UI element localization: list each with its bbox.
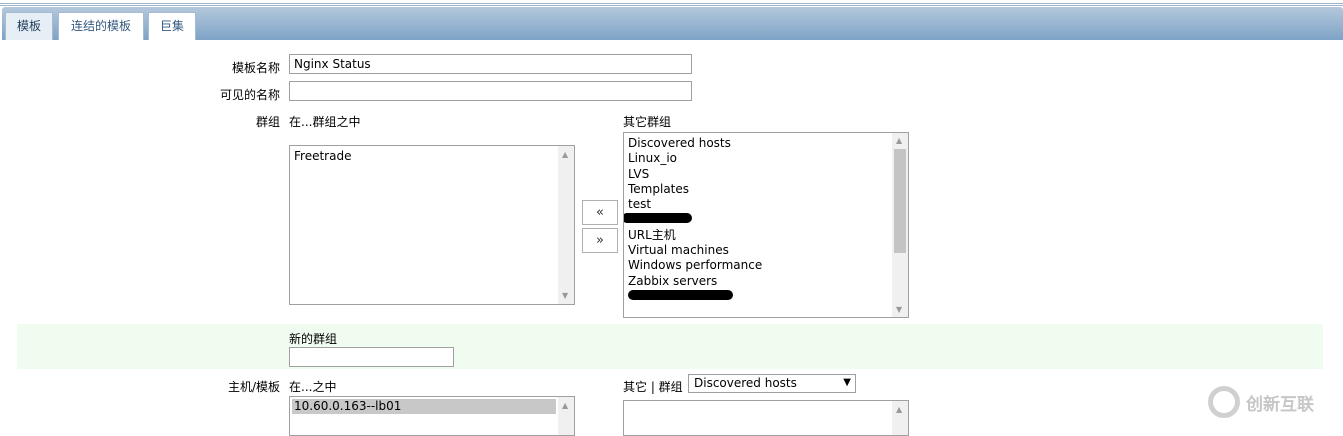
group-select[interactable]: Discovered hosts ▼ bbox=[688, 374, 856, 393]
scrollbar[interactable]: ▲ ▼ bbox=[892, 133, 908, 317]
scrollbar[interactable]: ▲ ▼ bbox=[558, 146, 574, 304]
groups-label: 群组 bbox=[255, 115, 280, 129]
move-right-button[interactable]: » bbox=[582, 228, 618, 253]
list-item[interactable]: Zabbix servers bbox=[624, 274, 908, 289]
hosts-label: 主机/模板 bbox=[227, 380, 280, 394]
tab-linked-templates[interactable]: 连结的模板 bbox=[58, 12, 144, 40]
other-hosts-list[interactable]: ▲ bbox=[623, 400, 909, 436]
template-name-input[interactable]: Nginx Status bbox=[289, 54, 692, 74]
tab-bar: 模板 连结的模板 巨集 bbox=[2, 7, 1343, 40]
other-hosts-label: 其它 | 群组 bbox=[623, 380, 683, 394]
logo-icon bbox=[1208, 386, 1240, 418]
new-group-row bbox=[17, 324, 1323, 369]
other-groups-list[interactable]: Discovered hosts Linux_io LVS Templates … bbox=[623, 132, 909, 318]
tab-template[interactable]: 模板 bbox=[5, 12, 53, 40]
visible-name-label: 可见的名称 bbox=[219, 88, 280, 102]
list-item[interactable]: Windows performance bbox=[624, 258, 908, 273]
in-hosts-list[interactable]: 10.60.0.163--lb01 ▲ bbox=[289, 396, 575, 436]
scrollbar[interactable]: ▲ bbox=[558, 397, 574, 435]
scrollbar-thumb[interactable] bbox=[894, 149, 906, 253]
list-item[interactable]: URL主机 bbox=[624, 228, 908, 243]
in-hosts-label: 在...之中 bbox=[289, 380, 337, 394]
scrollbar[interactable]: ▲ bbox=[892, 401, 908, 435]
new-group-input[interactable] bbox=[289, 347, 454, 367]
list-item-redacted[interactable] bbox=[624, 289, 908, 304]
new-group-label: 新的群组 bbox=[289, 332, 338, 346]
list-item[interactable]: Linux_io bbox=[624, 151, 908, 166]
list-item[interactable]: Freetrade bbox=[290, 149, 574, 164]
list-item[interactable]: LVS bbox=[624, 167, 908, 182]
watermark-logo: 创新互联 bbox=[1208, 386, 1314, 418]
watermark-text: 创新互联 bbox=[1246, 394, 1314, 415]
list-item[interactable]: Templates bbox=[624, 182, 908, 197]
list-item[interactable]: test bbox=[624, 197, 908, 212]
list-item[interactable]: Virtual machines bbox=[624, 243, 908, 258]
template-name-label: 模板名称 bbox=[231, 61, 280, 75]
in-groups-label: 在...群组之中 bbox=[289, 115, 361, 129]
visible-name-input[interactable] bbox=[289, 81, 692, 101]
group-select-value: Discovered hosts bbox=[694, 376, 797, 390]
tab-macros[interactable]: 巨集 bbox=[148, 12, 196, 40]
top-border bbox=[0, 3, 1343, 6]
other-groups-label: 其它群组 bbox=[623, 115, 672, 129]
list-item-selected[interactable]: 10.60.0.163--lb01 bbox=[292, 399, 556, 415]
list-item-redacted[interactable] bbox=[624, 212, 908, 227]
list-item[interactable]: Discovered hosts bbox=[624, 136, 908, 151]
chevron-down-icon: ▼ bbox=[843, 377, 851, 388]
in-groups-list[interactable]: Freetrade ▲ ▼ bbox=[289, 145, 575, 305]
move-left-button[interactable]: « bbox=[582, 200, 618, 225]
